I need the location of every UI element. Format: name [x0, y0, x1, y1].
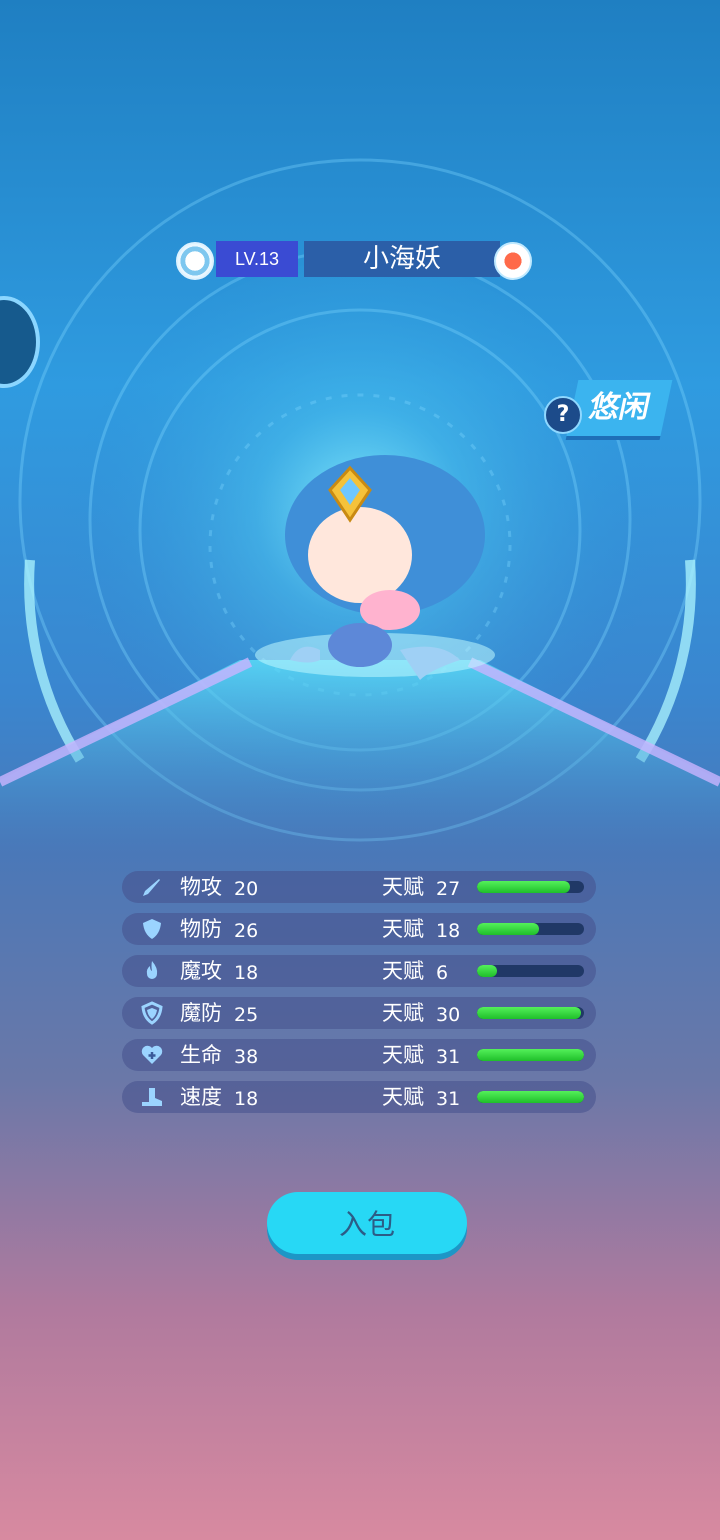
talent-label: 天赋 — [382, 1001, 424, 1025]
talent-label: 天赋 — [382, 1085, 424, 1109]
stat-name: 物攻 — [180, 875, 222, 899]
pet-header: LV.13 小海妖 — [176, 240, 532, 280]
talent-bar — [477, 1049, 584, 1061]
talent-bar-fill — [477, 965, 498, 977]
add-to-bag-button[interactable]: 入包 — [267, 1192, 467, 1254]
talent-value: 6 — [436, 962, 449, 984]
talent-label: 天赋 — [382, 917, 424, 941]
mood-text: 悠闲 — [565, 380, 673, 440]
shield-icon — [143, 919, 161, 939]
stats-panel: 物攻 20 天赋 27 物防 26 天赋 18 魔攻 18 天赋 6 魔防 25… — [122, 871, 596, 1123]
talent-bar — [477, 923, 584, 935]
talent-label: 天赋 — [382, 1043, 424, 1067]
talent-label: 天赋 — [382, 959, 424, 983]
help-icon[interactable]: ? — [544, 396, 582, 434]
stat-value: 18 — [234, 962, 259, 984]
mood-badge[interactable]: 悠闲 ? — [544, 380, 673, 440]
talent-bar — [477, 1091, 584, 1103]
gender-icon[interactable] — [494, 242, 532, 280]
talent-bar-fill — [477, 1049, 584, 1061]
talent-bar-fill — [477, 923, 540, 935]
heart-plus-icon — [141, 1045, 163, 1064]
talent-bar — [477, 881, 584, 893]
stat-row-defense: 物防 26 天赋 18 — [122, 913, 596, 945]
level-badge: LV.13 — [216, 241, 298, 277]
talent-bar — [477, 965, 584, 977]
stat-row-hp: 生命 38 天赋 31 — [122, 1039, 596, 1071]
talent-value: 27 — [436, 878, 461, 900]
stat-value: 38 — [234, 1046, 259, 1068]
sword-icon — [143, 879, 160, 896]
element-icon[interactable] — [176, 242, 214, 280]
talent-bar-fill — [477, 1007, 581, 1019]
stat-name: 生命 — [180, 1043, 222, 1067]
stat-name: 速度 — [180, 1085, 222, 1109]
stat-value: 26 — [234, 920, 259, 942]
talent-label: 天赋 — [382, 875, 424, 899]
talent-bar — [477, 1007, 584, 1019]
stat-row-attack: 物攻 20 天赋 27 — [122, 871, 596, 903]
stat-name: 物防 — [180, 917, 222, 941]
talent-bar-fill — [477, 1091, 584, 1103]
flame-icon — [146, 961, 158, 979]
stat-row-magic-defense: 魔防 25 天赋 30 — [122, 997, 596, 1029]
talent-bar-fill — [477, 881, 571, 893]
stat-name: 魔攻 — [180, 959, 222, 983]
boot-icon — [142, 1088, 162, 1106]
talent-value: 18 — [436, 920, 461, 942]
stat-name: 魔防 — [180, 1001, 222, 1025]
talent-value: 30 — [436, 1004, 461, 1026]
stat-value: 18 — [234, 1088, 259, 1110]
talent-value: 31 — [436, 1046, 461, 1068]
magic-shield-icon — [141, 1001, 163, 1025]
stat-row-magic-attack: 魔攻 18 天赋 6 — [122, 955, 596, 987]
stat-value: 20 — [234, 878, 259, 900]
pet-name: 小海妖 — [304, 241, 500, 277]
scene-background — [0, 158, 720, 880]
talent-value: 31 — [436, 1088, 461, 1110]
stat-value: 25 — [234, 1004, 259, 1026]
stat-row-speed: 速度 18 天赋 31 — [122, 1081, 596, 1113]
